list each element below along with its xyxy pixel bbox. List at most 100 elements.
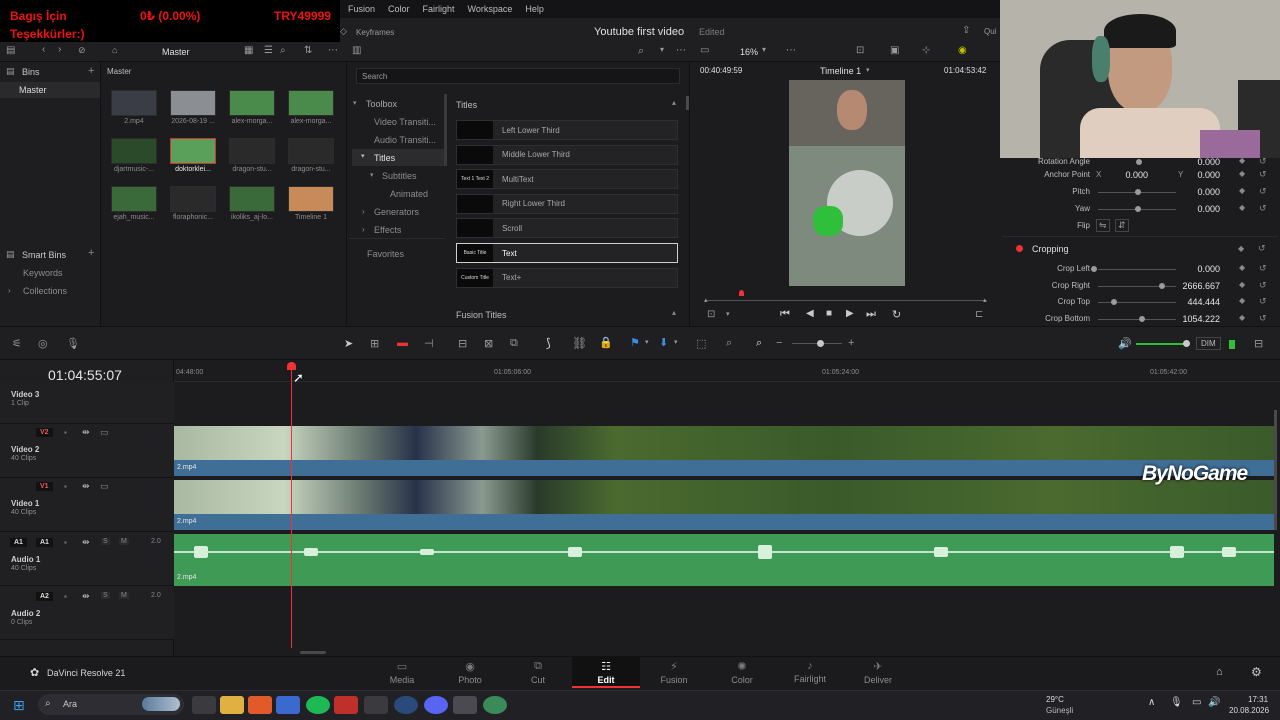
link-icon[interactable]: ⊘ (78, 45, 86, 56)
list-view-icon[interactable]: ☰ (264, 45, 273, 56)
toolbox-chevron-icon[interactable]: ▾ (353, 99, 357, 107)
rotation-reset-icon[interactable]: ↺ (1259, 156, 1267, 167)
rotation-keyframe-icon[interactable]: ◆ (1239, 156, 1245, 165)
auto-select-icon[interactable]: ⇹ (82, 537, 90, 548)
timeline-name[interactable]: Timeline 1 (820, 66, 861, 76)
task-view-icon[interactable] (192, 696, 216, 714)
crop-top-keyframe-icon[interactable]: ◆ (1239, 296, 1245, 305)
effects-search-icon[interactable]: ⌕ (638, 45, 644, 58)
clip-thumbnail[interactable] (229, 138, 275, 164)
crop-top-knob[interactable] (1111, 299, 1117, 305)
auto-select-icon[interactable]: ⇹ (82, 427, 90, 438)
play-icon[interactable]: ▶ (846, 308, 854, 319)
taskbar-search[interactable]: ⌕ Ara (38, 694, 184, 715)
crop-right-value[interactable]: 2666.667 (1180, 281, 1220, 291)
flag-icon[interactable]: ⚑ (630, 336, 640, 349)
track-tag-a2[interactable]: A2 (36, 592, 53, 601)
yaw-reset-icon[interactable]: ↺ (1259, 203, 1267, 214)
weather-desc[interactable]: Güneşli (1046, 706, 1073, 715)
viewer-options-icon[interactable]: ⋯ (786, 45, 796, 56)
video2-clip[interactable]: 2.mp4 (174, 426, 1274, 476)
track-tag-v2[interactable]: V2 (36, 428, 53, 437)
marker-icon[interactable]: ⬇ (659, 336, 668, 349)
more-options-icon[interactable]: ⋯ (328, 45, 338, 56)
effects-scrollbar[interactable] (444, 94, 447, 166)
crop-top-slider[interactable] (1098, 302, 1176, 303)
keyframes-label[interactable]: Keyframes (356, 28, 394, 37)
viewer-playhead[interactable] (739, 290, 744, 296)
title-item[interactable]: Scroll (456, 218, 678, 239)
track-tag-v1[interactable]: V1 (36, 482, 53, 491)
viewer-zoom[interactable]: 16% (740, 47, 758, 57)
spotify-icon[interactable] (306, 696, 330, 714)
generators-chevron-icon[interactable]: › (362, 207, 365, 216)
media-app-icon[interactable] (334, 696, 358, 714)
viewer-scrubber[interactable] (707, 300, 987, 301)
track-output-icon[interactable]: ▭ (100, 427, 109, 438)
lock-track-icon[interactable]: ▪ (64, 428, 67, 437)
menu-workspace[interactable]: Workspace (468, 4, 513, 14)
clip-thumbnail[interactable] (111, 90, 157, 116)
audio-meter-icon[interactable]: ◎ (38, 337, 48, 350)
crop-right-reset-icon[interactable]: ↺ (1259, 280, 1267, 291)
marker-chevron-icon[interactable]: ▾ (674, 338, 678, 346)
tab-fairlight[interactable]: ♪ Fairlight (776, 660, 844, 684)
yaw-slider-knob[interactable] (1135, 206, 1141, 212)
tab-photo[interactable]: ◉ Photo (436, 660, 504, 685)
fusion-titles-collapse-icon[interactable]: ▴ (672, 308, 676, 317)
toolbox-item[interactable]: Toolbox (366, 99, 397, 109)
settings-gear-icon[interactable]: ⚙ (1251, 665, 1262, 679)
clip-thumbnail[interactable] (288, 90, 334, 116)
title-item[interactable]: Middle Lower Third (456, 144, 678, 165)
source-tag-a1[interactable]: A1 (10, 538, 27, 547)
blade-tool-icon[interactable]: ▬ (397, 337, 408, 349)
back-arrow-icon[interactable]: ‹ (42, 44, 45, 55)
tab-fusion[interactable]: ⚡ Fusion (640, 660, 708, 685)
crop-top-reset-icon[interactable]: ↺ (1259, 296, 1267, 307)
zoom-slider-knob[interactable] (817, 340, 824, 347)
pitch-reset-icon[interactable]: ↺ (1259, 186, 1267, 197)
match-frame-icon[interactable]: ⊏ (975, 309, 983, 320)
clip-thumbnail[interactable] (111, 186, 157, 212)
crop-bottom-knob[interactable] (1139, 316, 1145, 322)
go-to-end-icon[interactable]: ⏭ (866, 308, 876, 321)
crop-bottom-slider[interactable] (1098, 319, 1176, 320)
go-to-start-icon[interactable]: ⏮ (780, 308, 790, 321)
video1-clip[interactable]: 2.mp4 (174, 480, 1274, 530)
tray-chevron-icon[interactable]: ∧ (1148, 697, 1155, 708)
flip-vertical-icon[interactable]: ⇵ (1115, 219, 1129, 232)
file-explorer-icon[interactable] (220, 696, 244, 714)
title-item[interactable]: Left Lower Third (456, 120, 678, 140)
insert-clip-icon[interactable]: ⊟ (458, 337, 467, 350)
discord-icon[interactable] (424, 696, 448, 714)
auto-select-icon[interactable]: ⇹ (82, 481, 90, 492)
anchor-keyframe-icon[interactable]: ◆ (1239, 169, 1245, 178)
play-reverse-icon[interactable]: ◀ (806, 308, 814, 319)
titles-collapse-icon[interactable]: ▴ (672, 98, 676, 107)
subtitles-chevron-icon[interactable]: ▾ (370, 171, 374, 179)
lock-track-icon[interactable]: ▪ (64, 538, 67, 547)
dynamic-trim-icon[interactable]: ⊣ (424, 337, 434, 350)
menu-help[interactable]: Help (525, 4, 544, 14)
zoom-in-icon[interactable]: + (848, 337, 854, 349)
clip-thumbnail[interactable] (288, 186, 334, 212)
timeline-playhead-head[interactable] (287, 362, 296, 370)
timeline-layout-icon[interactable]: ⊟ (1254, 337, 1263, 350)
track-tag-a1[interactable]: A1 (36, 538, 53, 547)
scrubber-start-icon[interactable]: ▴ (704, 296, 708, 304)
subtitles-item[interactable]: Subtitles (382, 171, 417, 181)
effects-panel-icon[interactable]: ▥ (352, 45, 361, 56)
timeline-playhead[interactable] (291, 370, 292, 648)
lock-track-icon[interactable]: ▪ (64, 482, 67, 491)
timeline-options-icon[interactable]: ⚟ (12, 337, 22, 350)
windows-start-icon[interactable]: ⊞ (13, 697, 25, 714)
dim-button[interactable]: DIM (1196, 337, 1221, 350)
network-tray-icon[interactable]: ▭ (1192, 697, 1201, 708)
tag-icon[interactable]: ⌂ (112, 45, 117, 55)
crop-left-reset-icon[interactable]: ↺ (1259, 263, 1267, 274)
solo-button[interactable]: S (101, 538, 110, 545)
solo-button[interactable]: S (101, 592, 110, 599)
auto-select-icon[interactable]: ⇹ (82, 591, 90, 602)
crop-bottom-value[interactable]: 1054.222 (1180, 314, 1220, 324)
timeline-menu-chevron-icon[interactable]: ▾ (866, 66, 870, 74)
